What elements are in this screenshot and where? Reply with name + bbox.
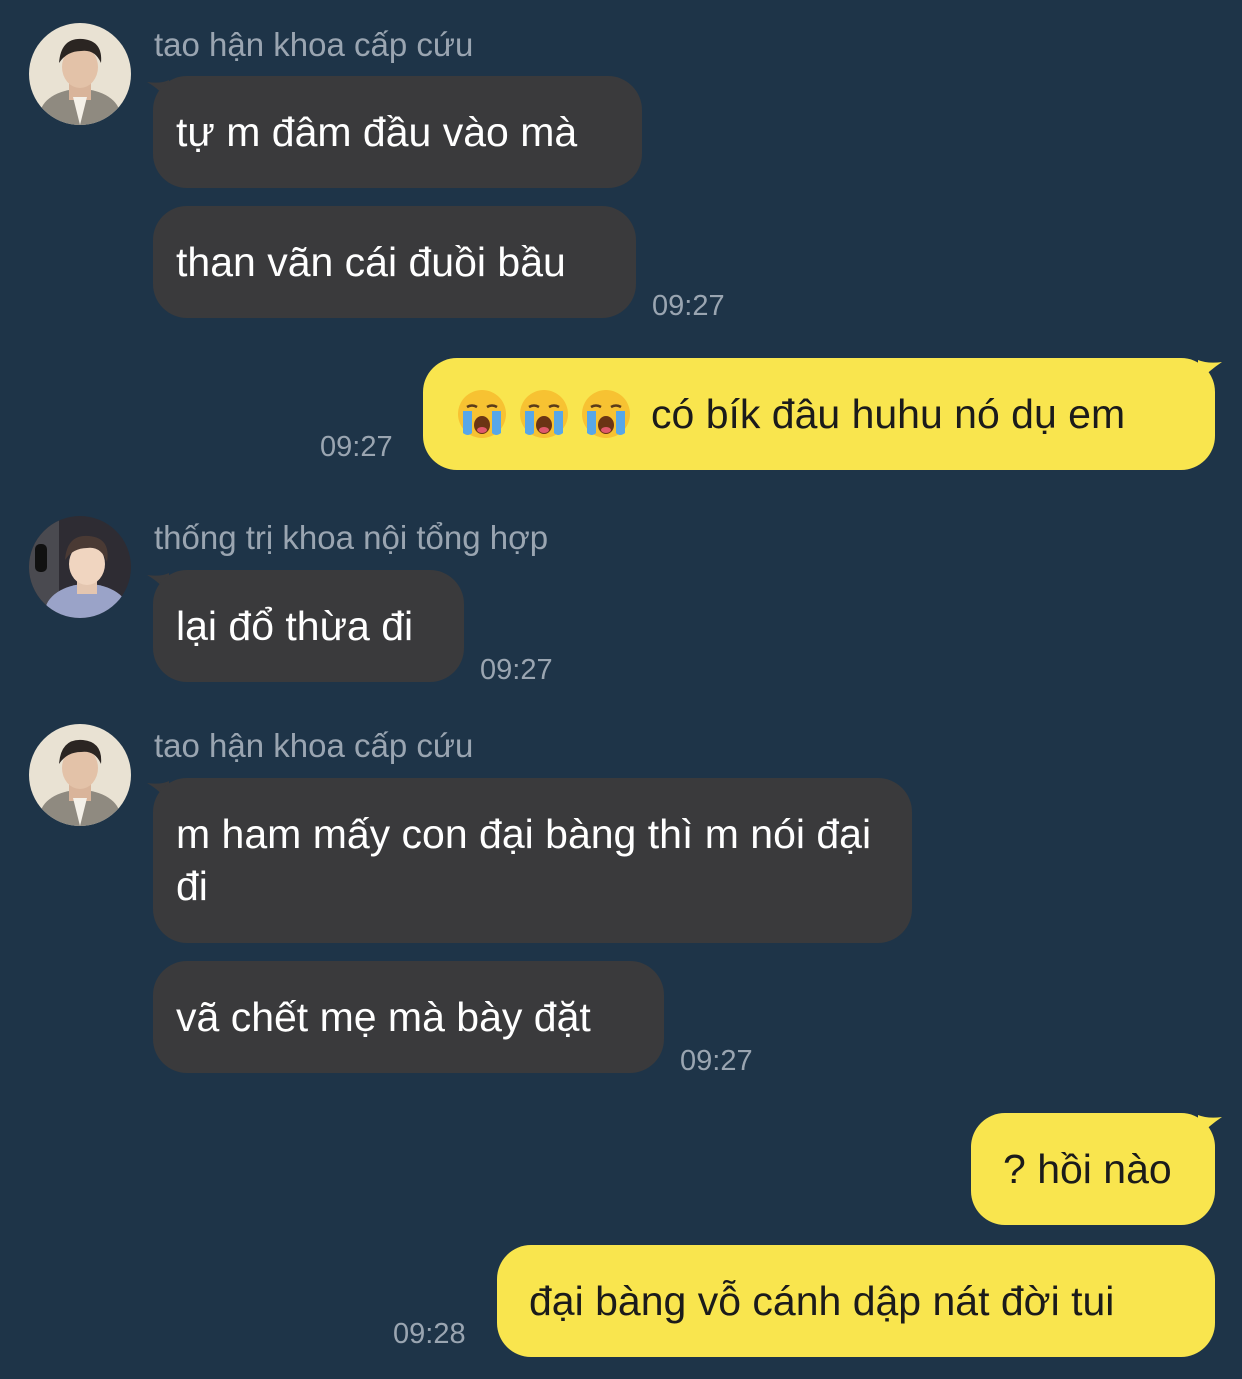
sender-name: thống trị khoa nội tổng hợp: [154, 519, 549, 556]
message-bubble[interactable]: lại đổ thừa đi: [153, 570, 464, 682]
sender-avatar[interactable]: [29, 724, 131, 826]
message-bubble[interactable]: than vãn cái đuồi bầu: [153, 206, 636, 318]
message-bubble[interactable]: đại bàng vỗ cánh dập nát đời tui: [497, 1245, 1215, 1357]
message-text: đại bàng vỗ cánh dập nát đời tui: [529, 1278, 1115, 1324]
sender-avatar[interactable]: [29, 516, 131, 618]
message-text: vã chết mẹ mà bày đặt: [176, 994, 591, 1040]
message-text: than vãn cái đuồi bầu: [176, 239, 566, 285]
sender-name: tao hận khoa cấp cứu: [154, 727, 474, 764]
message-text: m ham mấy con đại bàng thì m nói đại đi: [176, 811, 872, 909]
crying-face-icon: [579, 387, 633, 441]
message-timestamp: 09:27: [652, 290, 725, 322]
message-bubble[interactable]: m ham mấy con đại bàng thì m nói đại đi: [153, 778, 912, 943]
sender-name: tao hận khoa cấp cứu: [154, 26, 474, 63]
crying-face-icon: [517, 387, 571, 441]
sender-avatar[interactable]: [29, 23, 131, 125]
message-timestamp: 09:28: [393, 1318, 466, 1350]
bubble-tail: [1198, 1115, 1222, 1137]
bubble-tail: [1198, 360, 1222, 382]
crying-face-icon: [455, 387, 509, 441]
message-bubble[interactable]: ? hồi nào: [971, 1113, 1215, 1225]
message-bubble[interactable]: có bík đâu huhu nó dụ em: [423, 358, 1215, 470]
message-text: tự m đâm đầu vào mà: [176, 109, 578, 155]
message-timestamp: 09:27: [680, 1045, 753, 1077]
message-timestamp: 09:27: [480, 654, 553, 686]
message-text: lại đổ thừa đi: [176, 603, 414, 649]
message-bubble[interactable]: vã chết mẹ mà bày đặt: [153, 961, 664, 1073]
message-text: có bík đâu huhu nó dụ em: [651, 391, 1126, 437]
message-bubble[interactable]: tự m đâm đầu vào mà: [153, 76, 642, 188]
message-text: ? hồi nào: [1003, 1146, 1172, 1192]
message-timestamp: 09:27: [320, 431, 393, 463]
